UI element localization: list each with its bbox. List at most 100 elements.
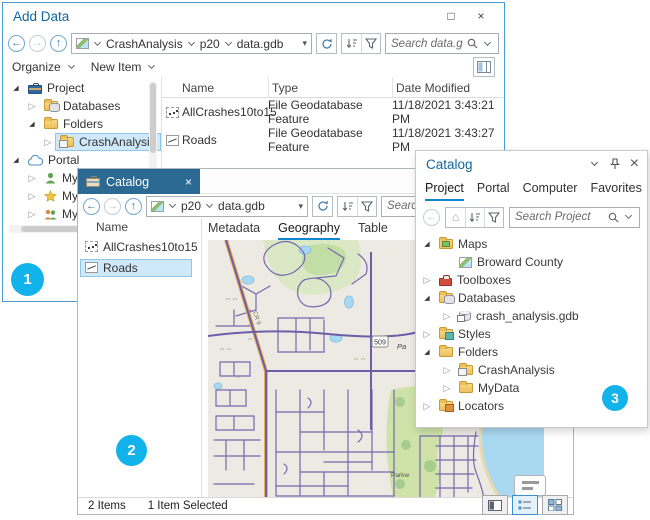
tree-item-maps[interactable]: ◢ Maps: [420, 235, 647, 253]
filter-button[interactable]: [484, 208, 503, 227]
pane-menu-chevron-icon[interactable]: [591, 159, 598, 166]
breadcrumb-p20[interactable]: p20: [200, 37, 220, 51]
groups-icon: [44, 208, 57, 220]
tab-geography[interactable]: Geography: [278, 218, 340, 240]
organize-menu[interactable]: Organize: [12, 60, 77, 74]
chevron-down-icon[interactable]: [94, 38, 101, 45]
folder-icon: [439, 347, 453, 357]
chevron-down-icon[interactable]: [206, 201, 213, 208]
new-item-menu[interactable]: New Item: [91, 60, 158, 74]
tab-project[interactable]: Project: [425, 177, 464, 201]
expander-icon[interactable]: ▷: [440, 383, 454, 393]
list-item-roads[interactable]: Roads: [80, 257, 201, 278]
filter-button[interactable]: [361, 34, 380, 53]
chevron-down-icon[interactable]: [625, 212, 632, 219]
chevron-down-icon[interactable]: [484, 38, 491, 45]
expander-icon[interactable]: ▷: [41, 137, 55, 147]
project-home-button[interactable]: ⌂: [446, 208, 465, 227]
tree-item-crash-analysis-gdb[interactable]: ▷ crash_analysis.gdb: [420, 307, 647, 325]
expander-icon[interactable]: ▷: [25, 191, 39, 201]
refresh-button[interactable]: [316, 33, 337, 54]
list-item-allcrashes[interactable]: AllCrashes10to15: [80, 236, 201, 257]
expander-icon[interactable]: ◢: [9, 156, 23, 164]
pane-title: Catalog: [426, 157, 473, 172]
tree-item-databases[interactable]: ▷ Databases: [9, 97, 159, 115]
tab-metadata[interactable]: Metadata: [208, 218, 260, 240]
tree-item-crashanalysis[interactable]: ▷ CrashAnalysis: [420, 361, 647, 379]
expander-icon[interactable]: ◢: [420, 348, 434, 356]
expander-icon[interactable]: ▷: [420, 329, 434, 339]
expander-icon[interactable]: ◢: [9, 84, 23, 92]
up-button[interactable]: ↑: [50, 35, 67, 52]
expander-icon[interactable]: ▷: [440, 365, 454, 375]
sort-button[interactable]: [338, 197, 357, 216]
breadcrumb-crashanalysis[interactable]: CrashAnalysis: [106, 37, 183, 51]
forward-button[interactable]: →: [104, 198, 121, 215]
columns-view-button[interactable]: [473, 57, 495, 77]
expander-icon[interactable]: ◢: [420, 294, 434, 302]
column-name[interactable]: Name: [182, 81, 268, 95]
breadcrumb-p20[interactable]: p20: [181, 199, 201, 213]
sort-button[interactable]: [465, 208, 484, 227]
list-view-icon: [518, 500, 532, 511]
tree-item-project[interactable]: ◢ Project: [9, 79, 159, 97]
expander-icon[interactable]: ▷: [25, 101, 39, 111]
tree-item-databases[interactable]: ◢ Databases: [420, 289, 647, 307]
list-view-button[interactable]: [512, 495, 538, 515]
column-type[interactable]: Type: [268, 77, 392, 98]
list-header-name[interactable]: Name: [80, 218, 201, 236]
expander-icon[interactable]: ▷: [420, 401, 434, 411]
close-button[interactable]: ×: [466, 9, 496, 23]
column-date-modified[interactable]: Date Modified: [392, 77, 503, 98]
filter-button[interactable]: [357, 197, 376, 216]
breadcrumb-datagdb[interactable]: data.gdb: [218, 199, 265, 213]
maximize-button[interactable]: □: [436, 9, 466, 23]
preview-flyout-button[interactable]: [514, 475, 546, 496]
chevron-down-icon[interactable]: [225, 38, 232, 45]
expander-icon[interactable]: ◢: [420, 240, 434, 248]
back-button[interactable]: ←: [423, 209, 440, 226]
pin-icon[interactable]: [610, 158, 620, 170]
search-input[interactable]: Search Project: [509, 207, 640, 228]
location-breadcrumb[interactable]: p20 data.gdb ▾: [146, 196, 308, 217]
close-tab-icon[interactable]: ×: [185, 175, 192, 189]
expander-icon[interactable]: ▷: [440, 311, 454, 321]
dropdown-arrow-icon[interactable]: ▾: [296, 38, 307, 49]
step-badge-2: 2: [116, 435, 147, 466]
chevron-down-icon[interactable]: [188, 38, 195, 45]
expander-icon[interactable]: ▷: [25, 209, 39, 219]
thumbnail-view-button[interactable]: [542, 495, 568, 515]
pane-close-icon[interactable]: ×: [630, 155, 639, 173]
back-button[interactable]: ←: [83, 198, 100, 215]
tab-portal[interactable]: Portal: [477, 177, 510, 201]
point-feature-class-icon: [85, 241, 98, 252]
back-button[interactable]: ←: [8, 35, 25, 52]
sort-button[interactable]: [342, 34, 361, 53]
tree-item-folders[interactable]: ◢ Folders: [9, 115, 159, 133]
details-view-icon: [488, 500, 502, 511]
expander-icon[interactable]: ◢: [25, 120, 39, 128]
tree-item-toolboxes[interactable]: ▷ Toolboxes: [420, 271, 647, 289]
forward-button[interactable]: →: [29, 35, 46, 52]
up-button[interactable]: ↑: [125, 198, 142, 215]
expander-icon[interactable]: ▷: [25, 173, 39, 183]
tab-table[interactable]: Table: [358, 218, 388, 240]
tree-item-styles[interactable]: ▷ Styles: [420, 325, 647, 343]
location-breadcrumb[interactable]: CrashAnalysis p20 data.gdb ▾: [71, 33, 312, 54]
search-input[interactable]: Search data.gdb: [385, 33, 499, 54]
tab-computer[interactable]: Computer: [523, 177, 578, 201]
catalog-view-tab[interactable]: Catalog ×: [78, 169, 200, 194]
chevron-down-icon[interactable]: [169, 201, 176, 208]
tree-item-folders[interactable]: ◢ Folders: [420, 343, 647, 361]
breadcrumb-datagdb[interactable]: data.gdb: [237, 37, 284, 51]
tree-item-broward-county[interactable]: Broward County: [420, 253, 647, 271]
tab-favorites[interactable]: Favorites: [590, 177, 641, 201]
dropdown-arrow-icon[interactable]: ▾: [292, 201, 303, 212]
tree-item-crashanalysis[interactable]: ▷ CrashAnalysis: [9, 133, 159, 151]
file-row-allcrashes[interactable]: AllCrashes10to15 File Geodatabase Featur…: [162, 98, 503, 126]
refresh-button[interactable]: [312, 196, 333, 217]
tree-item-portal[interactable]: ◢ Portal: [9, 151, 159, 169]
location-thumbnail-icon: [151, 201, 164, 212]
expander-icon[interactable]: ▷: [420, 275, 434, 285]
details-view-button[interactable]: [482, 495, 508, 515]
